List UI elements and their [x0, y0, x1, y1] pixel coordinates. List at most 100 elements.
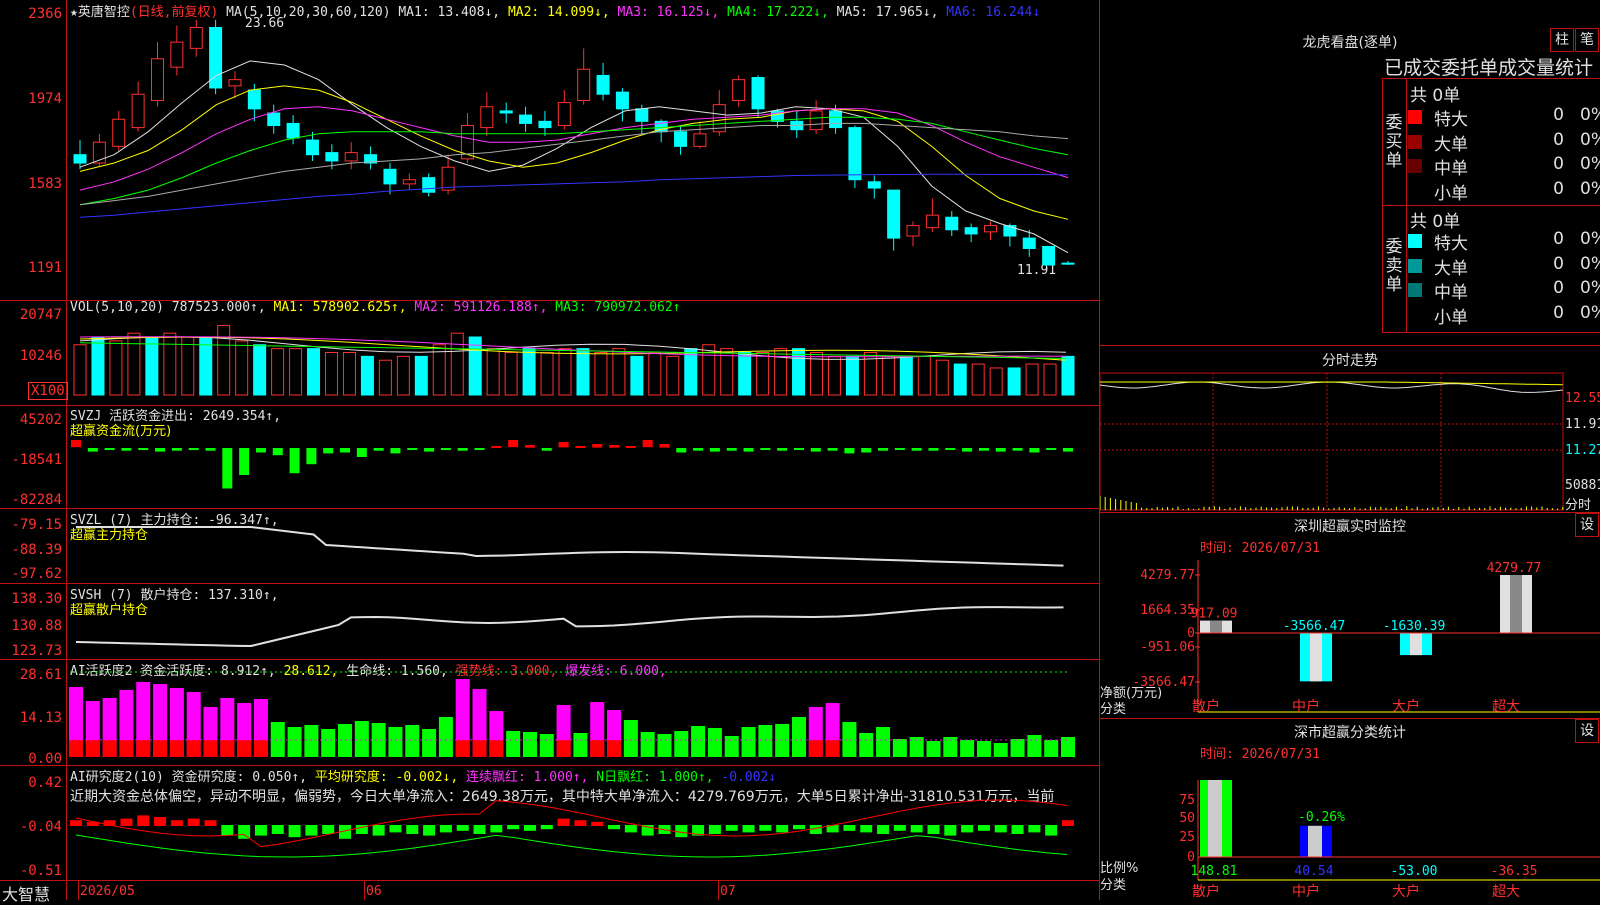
research-bar [961, 825, 973, 832]
candle-body [326, 153, 338, 161]
activity-bar [271, 722, 285, 757]
flow-bar [878, 448, 888, 451]
research-line-red [76, 800, 1067, 847]
volume-bar [74, 345, 86, 395]
candle-body [868, 182, 880, 188]
flow-bar [643, 440, 653, 447]
activity-bar [725, 736, 739, 757]
research-bar [843, 825, 855, 831]
monitor-value-label: -3566.47 [1283, 619, 1346, 634]
flow-bar [508, 440, 518, 447]
volume-bar [793, 349, 805, 395]
volume-bar [236, 341, 248, 395]
monitor-value-label: 4279.77 [1487, 561, 1542, 576]
monitor-value-label: -1630.39 [1383, 619, 1446, 634]
flow-bar [777, 448, 787, 451]
monitor-bar-highlight [1510, 575, 1522, 633]
activity-bar [859, 733, 873, 757]
activity-bar [657, 734, 671, 757]
activity-base-bar [826, 740, 840, 757]
ma1-line [80, 61, 1068, 253]
activity-base-bar [557, 740, 571, 757]
flow-bar [962, 448, 972, 452]
activity-bar [439, 717, 453, 757]
activity-bar [1027, 735, 1041, 757]
stats-ytick: 25 [1179, 830, 1195, 845]
research-bar [524, 825, 536, 831]
activity-bar [691, 726, 705, 757]
flow-bar [340, 448, 350, 453]
candle-body [636, 109, 648, 122]
activity-bar [321, 729, 335, 757]
volume-bar [325, 352, 337, 395]
volume-bar [559, 349, 571, 395]
candle-body [1062, 263, 1074, 264]
research-bar [221, 825, 233, 836]
research-bar [911, 825, 923, 832]
candle-body [306, 140, 318, 155]
flow-bar [105, 448, 115, 450]
candle-body [907, 226, 919, 236]
activity-bar [842, 722, 856, 757]
volume-bar [649, 352, 661, 395]
flow-bar [996, 448, 1006, 452]
stats-value-label: -53.00 [1391, 864, 1438, 879]
activity-bar [388, 727, 402, 757]
stats-category: 中户 [1292, 883, 1320, 900]
volume-bar [1026, 364, 1038, 395]
activity-base-bar [103, 740, 117, 757]
flow-bar [979, 448, 989, 451]
stats-bar-highlight [1308, 826, 1322, 857]
ma4-line [80, 117, 1068, 205]
candle-body [113, 119, 125, 146]
research-bar [406, 825, 418, 834]
candle-body [151, 59, 163, 101]
monitor-category: 散户 [1192, 698, 1220, 715]
research-bar [675, 825, 687, 837]
volume-bar [631, 356, 643, 395]
volume-bar [523, 349, 535, 395]
candle-body [171, 42, 183, 67]
flow-bar [626, 446, 636, 448]
indicator-charts[interactable] [0, 0, 1100, 900]
volume-bar [343, 352, 355, 395]
ma5-line [80, 123, 1068, 204]
research-bar [591, 822, 603, 826]
research-bar [978, 825, 990, 831]
flow-bar [811, 448, 821, 452]
research-bar [70, 820, 82, 826]
volume-bar [595, 352, 607, 395]
research-bar [238, 825, 250, 839]
candle-body [1004, 226, 1016, 236]
flow-bar [138, 448, 148, 450]
volume-bar [218, 325, 230, 395]
volume-bar [828, 356, 840, 395]
volume-bar [1062, 356, 1074, 395]
research-bar [877, 825, 889, 834]
monitor-category: 大户 [1392, 698, 1420, 715]
research-bar [608, 825, 620, 829]
research-bar [373, 825, 385, 836]
flow-bar [575, 446, 585, 448]
monitor-category: 中户 [1292, 698, 1320, 715]
research-bar [272, 825, 284, 834]
volume-bar [775, 349, 787, 395]
research-line-green [76, 835, 1067, 857]
candle-body [733, 80, 745, 101]
flow-bar [828, 448, 838, 451]
stats-ytick: 50 [1179, 811, 1195, 826]
flow-bar [676, 448, 686, 453]
flow-bar [88, 448, 98, 452]
research-bar [1028, 825, 1040, 832]
monitor-ytick: 1664.35 [1140, 603, 1195, 618]
flow-bar [912, 448, 922, 451]
candle-body [888, 190, 900, 238]
flow-bar [189, 448, 199, 450]
flow-bar [727, 448, 737, 451]
monitor-ytick: 4279.77 [1140, 568, 1195, 583]
candle-body [423, 178, 435, 193]
activity-base-bar [473, 740, 487, 757]
volume-bar [415, 356, 427, 395]
stats-category: 大户 [1392, 883, 1420, 900]
activity-base-bar [809, 740, 823, 757]
